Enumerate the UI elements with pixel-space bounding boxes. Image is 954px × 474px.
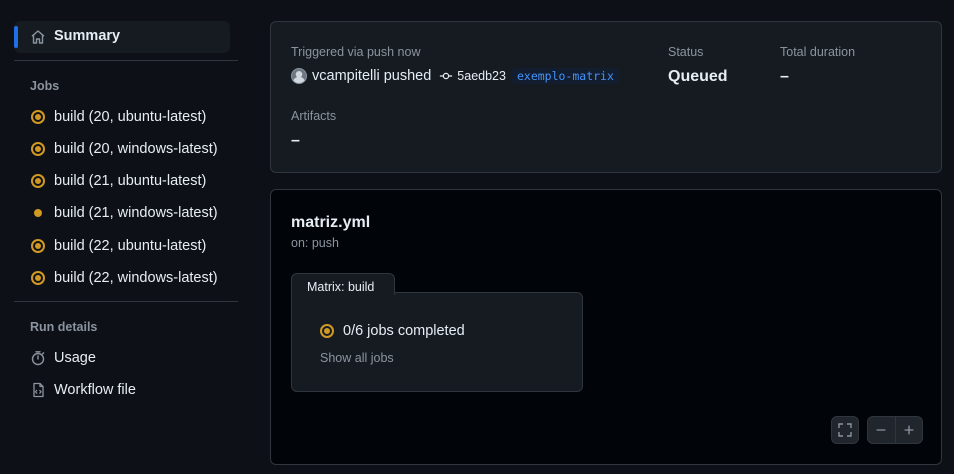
avatar[interactable]	[291, 68, 307, 84]
sidebar-item-workflow-file[interactable]: Workflow file	[30, 378, 136, 402]
workflow-file-name[interactable]: matriz.yml	[291, 214, 370, 232]
job-label: build (22, windows-latest)	[54, 270, 218, 286]
job-label: build (21, ubuntu-latest)	[54, 173, 207, 189]
pending-status-icon	[30, 205, 46, 221]
workflow-graph-card: matriz.yml on: push Matrix: build 0/6 jo…	[270, 189, 942, 465]
divider	[14, 60, 238, 61]
commit-link[interactable]: 5aedb23	[439, 69, 506, 83]
job-label: build (21, windows-latest)	[54, 205, 218, 221]
zoom-controls	[867, 416, 923, 444]
sidebar-job-item[interactable]: build (20, windows-latest)	[30, 137, 218, 161]
zoom-in-button[interactable]	[896, 417, 923, 443]
sidebar-item-usage[interactable]: Usage	[30, 346, 96, 370]
sidebar: Summary Jobs build (20, ubuntu-latest) b…	[0, 0, 245, 474]
home-icon	[31, 30, 45, 44]
plus-icon	[904, 425, 914, 435]
queued-status-icon	[320, 324, 334, 338]
queued-status-icon	[30, 238, 46, 254]
jobs-completed-text: 0/6 jobs completed	[343, 323, 465, 339]
divider	[14, 301, 238, 302]
sidebar-item-label: Summary	[54, 28, 121, 44]
trigger-text: Triggered via push now	[291, 45, 421, 59]
sidebar-item-summary[interactable]: Summary	[14, 21, 230, 53]
workflow-trigger: on: push	[291, 236, 339, 250]
stopwatch-icon	[30, 350, 46, 366]
file-code-icon	[30, 382, 46, 398]
artifacts-label: Artifacts	[291, 109, 337, 123]
actor-text[interactable]: vcampitelli pushed	[312, 68, 431, 84]
job-label: build (20, windows-latest)	[54, 141, 218, 157]
push-info: vcampitelli pushed 5aedb23 exemplo-matri…	[291, 68, 620, 84]
active-indicator	[14, 26, 18, 48]
queued-status-icon	[30, 173, 46, 189]
artifacts-value: –	[291, 132, 300, 149]
queued-status-icon	[30, 270, 46, 286]
tab-connector	[292, 291, 394, 294]
workflow-file-label: Workflow file	[54, 382, 136, 398]
run-details-section-title: Run details	[30, 320, 98, 334]
usage-label: Usage	[54, 350, 96, 366]
git-commit-icon	[440, 72, 453, 80]
fullscreen-button[interactable]	[831, 416, 859, 444]
sidebar-job-item[interactable]: build (22, ubuntu-latest)	[30, 234, 206, 258]
sidebar-job-item[interactable]: build (22, windows-latest)	[30, 266, 218, 290]
fullscreen-icon	[838, 423, 852, 437]
minus-icon	[876, 429, 886, 431]
duration-label: Total duration	[780, 45, 856, 59]
job-label: build (20, ubuntu-latest)	[54, 109, 207, 125]
jobs-section-title: Jobs	[30, 79, 60, 93]
status-value: Queued	[668, 68, 728, 85]
run-summary-card: Triggered via push now vcampitelli pushe…	[270, 21, 942, 173]
sidebar-job-item[interactable]: build (21, ubuntu-latest)	[30, 169, 206, 193]
sidebar-job-item[interactable]: build (20, ubuntu-latest)	[30, 105, 206, 129]
commit-sha: 5aedb23	[457, 69, 506, 83]
queued-status-icon	[30, 109, 46, 125]
matrix-job-group[interactable]: 0/6 jobs completed Show all jobs	[291, 292, 583, 392]
sidebar-job-item[interactable]: build (21, windows-latest)	[30, 201, 218, 225]
job-label: build (22, ubuntu-latest)	[54, 238, 207, 254]
status-label: Status	[668, 45, 704, 59]
show-all-jobs-link[interactable]: Show all jobs	[320, 351, 394, 365]
duration-value: –	[780, 68, 789, 85]
zoom-out-button[interactable]	[868, 417, 895, 443]
queued-status-icon	[30, 141, 46, 157]
branch-label[interactable]: exemplo-matrix	[510, 68, 620, 84]
jobs-progress: 0/6 jobs completed	[320, 323, 465, 339]
